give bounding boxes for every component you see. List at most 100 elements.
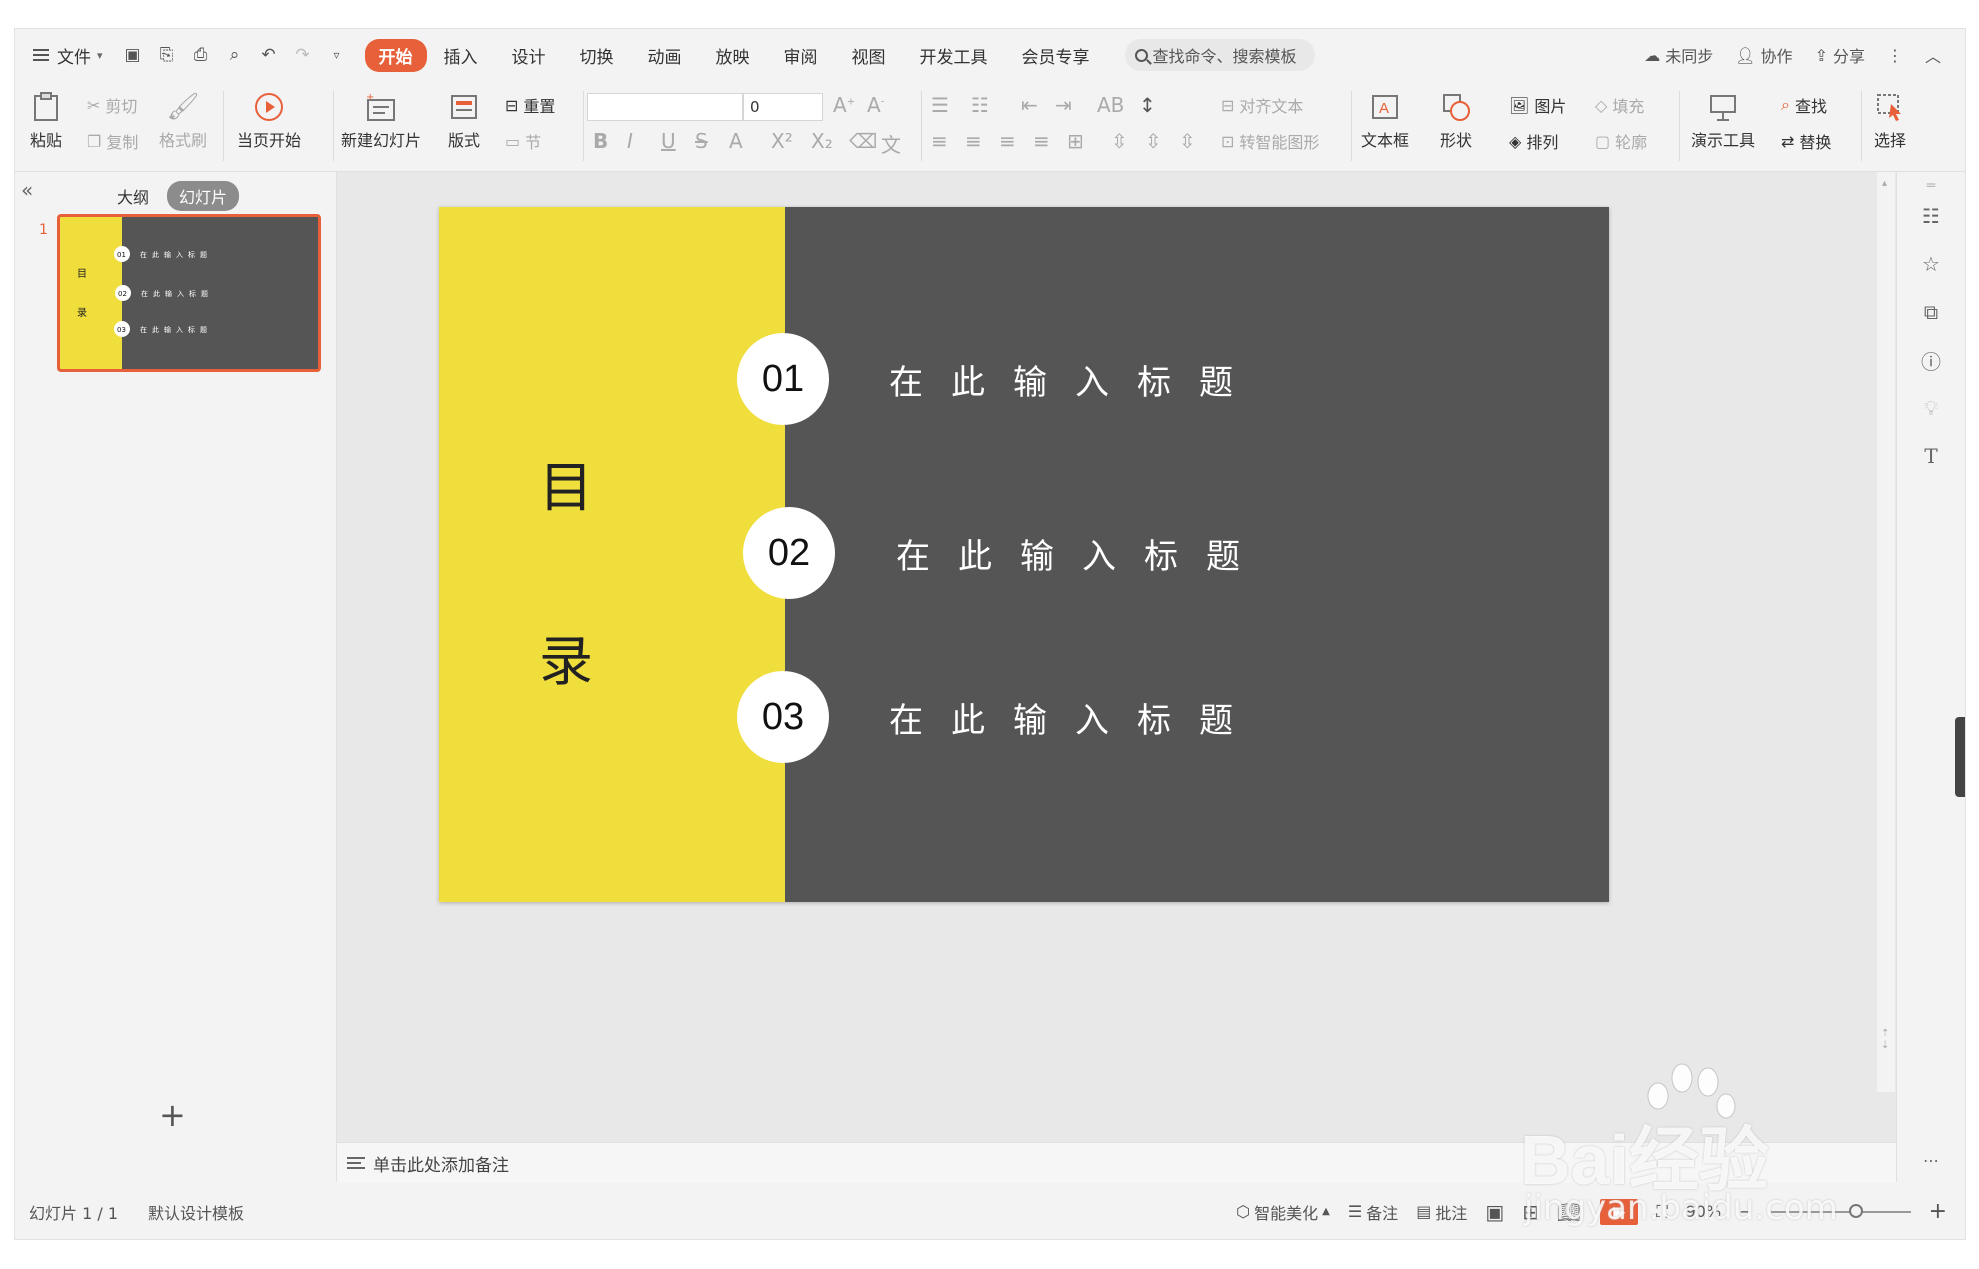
- template-name[interactable]: 默认设计模板: [148, 1200, 244, 1224]
- numbering-icon[interactable]: ☷: [971, 93, 989, 117]
- align-center-icon[interactable]: ≡: [965, 129, 982, 153]
- sort-icon[interactable]: ↕: [1139, 93, 1156, 117]
- add-slide-button[interactable]: +: [159, 1096, 186, 1134]
- more-menu-icon[interactable]: ⋮: [1887, 46, 1903, 65]
- vertical-scrollbar[interactable]: ▴ ⇡ ⇣: [1877, 172, 1895, 1092]
- side-handle[interactable]: [1955, 717, 1965, 797]
- item-title[interactable]: 在此输入标题: [896, 529, 1268, 578]
- justify-icon[interactable]: ≡: [1033, 129, 1050, 153]
- layout-button[interactable]: 版式: [447, 91, 481, 151]
- align-right-icon[interactable]: ≡: [999, 129, 1016, 153]
- bold-icon[interactable]: B: [593, 129, 608, 153]
- line-spacing-icon[interactable]: ⇳: [1111, 129, 1128, 153]
- format-painter-button[interactable]: 🖌︎ 格式刷: [159, 91, 207, 151]
- subscript-icon[interactable]: X₂: [811, 129, 833, 153]
- settings-sliders-icon[interactable]: ☷: [1919, 204, 1943, 228]
- superscript-icon[interactable]: X²: [771, 129, 793, 153]
- lightbulb-icon[interactable]: 💡︎: [1919, 396, 1943, 420]
- font-size-select[interactable]: 0: [743, 93, 823, 121]
- decrease-indent-icon[interactable]: ⇤: [1021, 93, 1038, 117]
- reset-button[interactable]: ⊟ 重置: [505, 93, 555, 117]
- new-slide-button[interactable]: + 新建幻灯片: [341, 91, 421, 151]
- file-menu[interactable]: 文件 ▾: [15, 43, 103, 68]
- item-title[interactable]: 在此输入标题: [889, 355, 1261, 404]
- column-icon[interactable]: ⇳: [1179, 129, 1196, 153]
- sync-button[interactable]: ☁ 未同步: [1644, 43, 1713, 67]
- select-button[interactable]: 选择: [1873, 91, 1907, 151]
- collapse-ribbon-icon[interactable]: ︿: [1925, 43, 1941, 67]
- item-number-circle[interactable]: 03: [737, 671, 829, 763]
- underline-icon[interactable]: U: [661, 129, 676, 153]
- help-icon[interactable]: ⓘ: [1919, 348, 1943, 374]
- outline-button[interactable]: ▢ 轮廓: [1595, 129, 1647, 153]
- play-current-button[interactable]: 当页开始: [237, 91, 301, 151]
- find-button[interactable]: ⌕ 查找: [1781, 93, 1827, 117]
- paragraph-spacing-icon[interactable]: ⇳: [1145, 129, 1162, 153]
- tab-outline[interactable]: 大纲: [117, 184, 149, 208]
- item-number-circle[interactable]: 01: [737, 333, 829, 425]
- scroll-up-icon[interactable]: ▴: [1882, 178, 1887, 189]
- section-button[interactable]: ▭ 节: [505, 129, 541, 153]
- text-direction-icon[interactable]: AB: [1097, 93, 1124, 117]
- textbox-button[interactable]: A 文本框: [1361, 91, 1409, 151]
- cut-button[interactable]: ✂ 剪切: [87, 93, 137, 117]
- customize-toolbar-icon[interactable]: ▿: [327, 45, 347, 65]
- beautify-button[interactable]: ⬡ 智能美化 ▲: [1236, 1200, 1330, 1224]
- paste-button[interactable]: 粘贴: [29, 91, 63, 151]
- align-text-button[interactable]: ⊟ 对齐文本: [1221, 93, 1303, 117]
- collapse-panel-icon[interactable]: «: [21, 178, 33, 202]
- tab-member[interactable]: 会员专享: [1005, 39, 1107, 72]
- slide-thumbnail[interactable]: 目 录 01 02 03 在此输入标题 在此输入标题 在此输入标题: [57, 214, 321, 372]
- collab-button[interactable]: 👤︎ 协作: [1735, 43, 1792, 67]
- present-tools-button[interactable]: 演示工具: [1691, 91, 1755, 151]
- smartart-button[interactable]: ⊡ 转智能图形: [1221, 129, 1319, 153]
- tab-transitions[interactable]: 切换: [563, 39, 631, 72]
- redo-icon[interactable]: ↷: [293, 45, 313, 65]
- undo-icon[interactable]: ↶: [259, 45, 279, 65]
- scroll-page-icon[interactable]: ⇡ ⇣: [1881, 1028, 1889, 1052]
- tab-slides[interactable]: 幻灯片: [167, 181, 240, 211]
- font-family-select[interactable]: [587, 93, 743, 121]
- tab-animation[interactable]: 动画: [631, 39, 699, 72]
- text-icon[interactable]: T: [1919, 444, 1943, 468]
- font-color-icon[interactable]: A: [729, 129, 743, 153]
- decrease-font-icon[interactable]: A-: [867, 93, 884, 117]
- replace-button[interactable]: ⇄ 替换: [1781, 129, 1831, 153]
- clear-format-icon[interactable]: ⌫: [849, 129, 877, 153]
- tab-developer[interactable]: 开发工具: [903, 39, 1005, 72]
- align-left-icon[interactable]: ≡: [931, 129, 948, 153]
- item-number-circle[interactable]: 02: [743, 507, 835, 599]
- command-search[interactable]: 查找命令、搜索模板: [1124, 39, 1315, 71]
- save-icon[interactable]: ▣: [123, 45, 143, 65]
- strikethrough-icon[interactable]: S: [695, 129, 708, 153]
- slide-char-top[interactable]: 目: [539, 443, 593, 522]
- share-button[interactable]: ⇪ 分享: [1815, 43, 1865, 67]
- print-preview-icon[interactable]: ⌕: [225, 45, 245, 65]
- drag-handle-icon[interactable]: ═: [1919, 174, 1943, 198]
- tab-design[interactable]: 设计: [495, 39, 563, 72]
- star-icon[interactable]: ☆: [1919, 252, 1943, 276]
- comments-toggle[interactable]: ▤ 批注: [1416, 1200, 1467, 1224]
- slide[interactable]: 目 录 01 在此输入标题 02 在此输入标题 03 在此输入标题: [439, 207, 1609, 902]
- copy-button[interactable]: ❐ 复制: [87, 129, 138, 153]
- bullets-icon[interactable]: ☰: [931, 93, 949, 117]
- slide-switch-icon[interactable]: ⧉: [1919, 300, 1943, 324]
- picture-button[interactable]: 🖼︎ 图片: [1509, 93, 1566, 117]
- tab-slideshow[interactable]: 放映: [699, 39, 767, 72]
- tab-review[interactable]: 审阅: [767, 39, 835, 72]
- export-pdf-icon[interactable]: ⎘: [157, 45, 177, 65]
- notes-toggle[interactable]: ☰ 备注: [1348, 1200, 1398, 1224]
- arrange-button[interactable]: ◈ 排列: [1509, 129, 1558, 153]
- slide-char-bottom[interactable]: 录: [539, 617, 593, 696]
- print-icon[interactable]: ⎙: [191, 45, 211, 65]
- tab-home[interactable]: 开始: [364, 38, 427, 72]
- tab-view[interactable]: 视图: [835, 39, 903, 72]
- fill-button[interactable]: ◇ 填充: [1595, 93, 1644, 117]
- increase-indent-icon[interactable]: ⇥: [1055, 93, 1072, 117]
- item-title[interactable]: 在此输入标题: [889, 693, 1261, 742]
- phonetic-icon[interactable]: 文: [881, 129, 901, 158]
- italic-icon[interactable]: I: [627, 129, 633, 153]
- normal-view-icon[interactable]: ▣: [1485, 1200, 1504, 1224]
- distribute-icon[interactable]: ⊞: [1067, 129, 1084, 153]
- increase-font-icon[interactable]: A+: [833, 93, 855, 117]
